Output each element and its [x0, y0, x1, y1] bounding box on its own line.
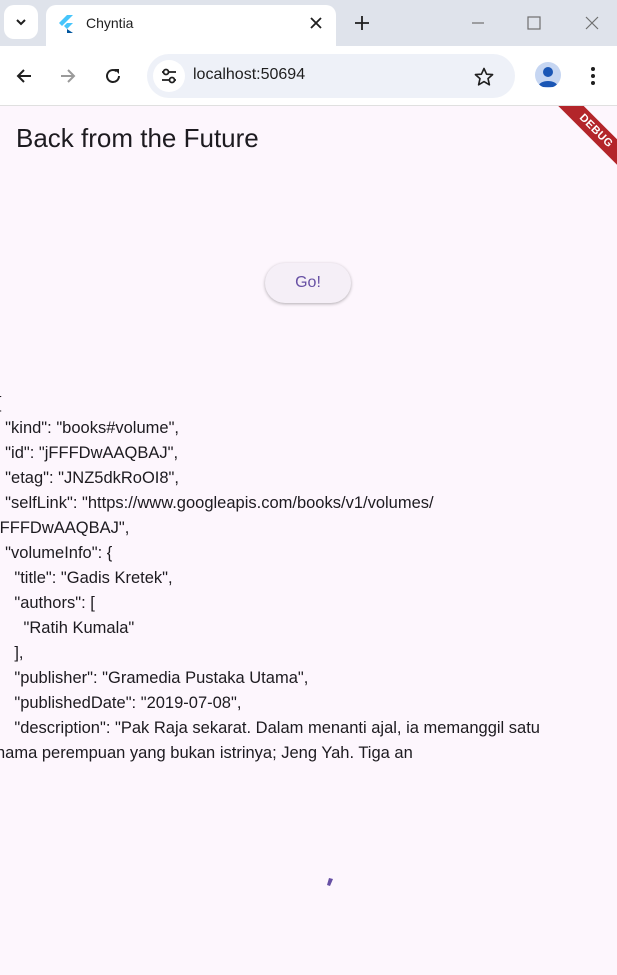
close-window-button[interactable]	[577, 8, 607, 38]
reload-icon	[106, 69, 120, 83]
go-button[interactable]: Go!	[265, 263, 351, 303]
plus-icon	[355, 16, 369, 30]
site-info-button[interactable]	[153, 60, 185, 92]
minimize-button[interactable]	[463, 8, 493, 38]
json-line: "etag": "JNZ5dkRoOI8",	[0, 469, 179, 487]
browser-toolbar: localhost:50694	[0, 46, 617, 106]
json-line: "title": "Gadis Kretek",	[0, 569, 173, 587]
app-viewport: Back from the Future DEBUG Go! { "kind":…	[0, 106, 617, 975]
profile-button[interactable]	[535, 62, 561, 88]
json-line: "authors": [	[0, 594, 95, 612]
json-line: "publisher": "Gramedia Pustaka Utama",	[0, 669, 309, 687]
tab-search-button[interactable]	[4, 5, 38, 39]
json-line: "selfLink": "https://www.googleapis.com/…	[0, 494, 434, 512]
debug-banner: DEBUG	[537, 106, 617, 186]
back-button[interactable]	[9, 61, 39, 91]
close-tab-button[interactable]	[306, 13, 326, 33]
address-bar[interactable]: localhost:50694	[147, 54, 515, 98]
json-line: "id": "jFFFDwAAQBAJ",	[0, 444, 179, 462]
arrow-right-icon	[61, 69, 76, 83]
debug-label: DEBUG	[550, 106, 617, 177]
json-line: "Ratih Kumala"	[0, 619, 135, 637]
star-icon	[474, 67, 494, 86]
new-tab-button[interactable]	[348, 9, 376, 37]
maximize-icon	[527, 16, 541, 30]
browser-menu-button[interactable]	[580, 61, 606, 91]
spinner-icon	[327, 878, 333, 886]
person-icon	[538, 67, 558, 87]
forward-button[interactable]	[53, 61, 83, 91]
minimize-icon	[472, 22, 484, 24]
tab-title: Chyntia	[86, 15, 134, 31]
json-line: "description": "Pak Raja sekarat. Dalam …	[0, 719, 540, 737]
url-text: localhost:50694	[193, 66, 306, 83]
close-icon	[585, 16, 599, 30]
tune-icon	[162, 68, 176, 84]
kebab-menu-icon	[591, 67, 595, 85]
close-icon	[310, 17, 322, 29]
reload-button[interactable]	[98, 61, 128, 91]
json-line: ],	[14, 644, 24, 662]
json-output: { "kind": "books#volume", "id": "jFFFDwA…	[0, 391, 617, 766]
tab-strip: Chyntia	[0, 0, 617, 46]
arrow-left-icon	[16, 69, 31, 83]
maximize-button[interactable]	[519, 8, 549, 38]
json-line: "volumeInfo": {	[0, 544, 113, 562]
json-line: {	[0, 391, 617, 416]
chevron-down-icon	[16, 19, 26, 26]
json-line: "kind": "books#volume",	[0, 419, 180, 437]
json-line: jFFFDwAAQBAJ",	[0, 519, 130, 537]
active-tab[interactable]: Chyntia	[46, 5, 336, 46]
json-line: nama perempuan yang bukan istrinya; Jeng…	[0, 744, 413, 762]
json-line: "publishedDate": "2019-07-08",	[0, 694, 242, 712]
page-title: Back from the Future	[16, 123, 259, 153]
flutter-icon	[59, 15, 73, 33]
bookmark-button[interactable]	[471, 64, 497, 90]
